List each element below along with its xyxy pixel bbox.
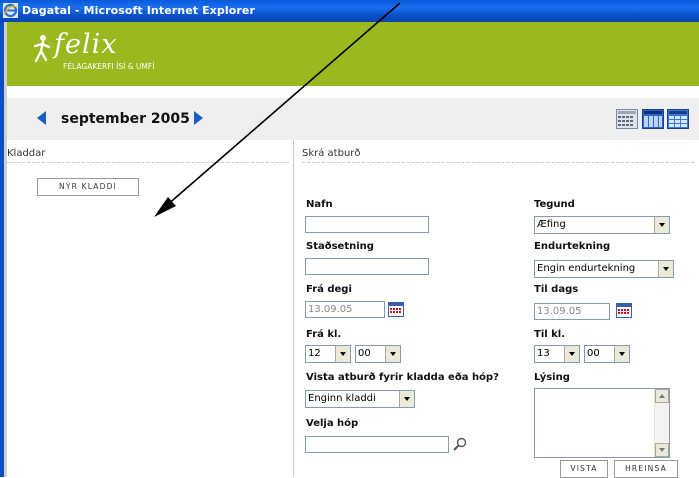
brand-name: felix [54,29,118,60]
to-date-input[interactable]: 13.09.05 [534,303,610,320]
group-label: Velja hóp [306,418,359,429]
clear-button[interactable]: HREINSA [614,460,678,478]
from-minute-select[interactable]: 00 [355,345,401,363]
day-view-icon[interactable] [667,109,689,129]
drafts-divider [7,162,289,163]
save-for-value: Enginn kladdi [308,393,376,404]
save-button[interactable]: VISTA [560,460,608,478]
week-view-icon[interactable] [642,109,664,129]
person-logo-icon [33,35,51,63]
calendar-icon[interactable] [388,302,404,317]
save-for-label: Vista atburð fyrir kladda eða hóp? [306,372,499,383]
location-label: Staðsetning [306,241,374,252]
name-input[interactable] [305,216,429,233]
name-label: Nafn [306,199,333,210]
search-icon[interactable] [453,437,467,451]
from-hour-select[interactable]: 12 [305,345,351,363]
to-time-label: Til kl. [534,329,566,340]
type-value: Æfing [537,219,566,230]
month-view-icon[interactable] [616,109,638,129]
type-label: Tegund [534,199,575,210]
event-form-divider [302,162,694,163]
drafts-panel: Kladdar NÝR KLADDI [7,140,293,477]
chevron-down-icon [658,261,673,277]
chevron-down-icon [564,346,579,362]
current-month-label: september 2005 [61,111,190,127]
chevron-down-icon [335,346,350,362]
to-hour-select[interactable]: 13 [534,345,580,363]
to-minute-value: 00 [587,348,600,359]
from-date-label: Frá degi [306,284,352,295]
chevron-down-icon [385,346,400,362]
event-form-title: Skrá atburð [302,148,361,159]
chevron-down-icon [654,217,669,233]
type-select[interactable]: Æfing [534,216,670,234]
drafts-title: Kladdar [7,148,46,159]
description-label: Lýsing [534,372,570,383]
recurrence-select[interactable]: Engin endurtekning [534,260,674,278]
calendar-icon[interactable] [616,303,632,318]
new-draft-button[interactable]: NÝR KLADDI [37,178,139,196]
arrow-left-icon[interactable] [37,111,46,125]
header-spacer [7,86,699,98]
site-header: felix FÉLAGAKERFI ÍSÍ & UMFÍ [7,22,699,86]
arrow-right-icon[interactable] [194,111,203,125]
scroll-down-icon[interactable] [655,443,669,457]
description-textarea[interactable] [534,388,670,458]
window-title: Dagatal - Microsoft Internet Explorer [22,4,255,17]
chevron-down-icon [614,346,629,362]
from-date-input[interactable]: 13.09.05 [305,301,385,318]
group-input[interactable] [305,436,449,453]
chevron-down-icon [399,391,414,407]
window-title-bar: Dagatal - Microsoft Internet Explorer [0,0,699,22]
to-date-label: Til dags [534,284,579,295]
calendar-month-bar: september 2005 [7,98,699,141]
from-hour-value: 12 [308,348,321,359]
to-minute-select[interactable]: 00 [584,345,630,363]
event-form-panel: Skrá atburð Nafn Tegund Æfing Staðsetnin… [294,140,699,478]
brand-tagline: FÉLAGAKERFI ÍSÍ & UMFÍ [63,62,155,71]
from-minute-value: 00 [358,348,371,359]
save-for-select[interactable]: Enginn kladdi [305,390,415,408]
description-scrollbar[interactable] [654,389,669,457]
internet-explorer-icon [3,3,18,18]
from-time-label: Frá kl. [306,329,342,340]
to-hour-value: 13 [537,348,550,359]
recurrence-label: Endurtekning [534,241,611,252]
scroll-up-icon[interactable] [655,389,669,403]
recurrence-value: Engin endurtekning [537,263,636,274]
location-input[interactable] [305,258,429,275]
